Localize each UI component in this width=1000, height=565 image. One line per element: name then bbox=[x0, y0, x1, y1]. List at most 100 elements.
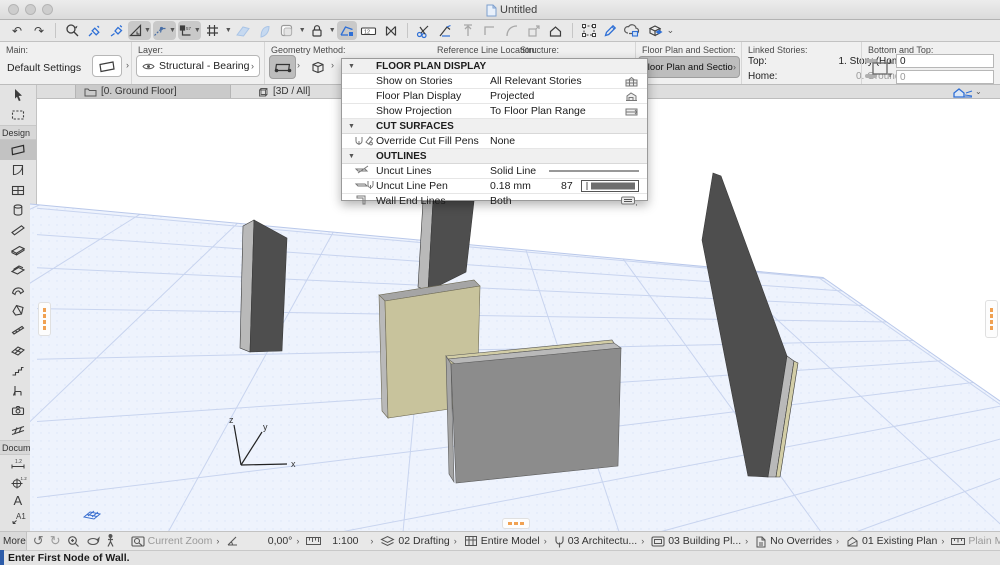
structure-display-label[interactable]: Entire Model bbox=[481, 535, 540, 547]
top-offset-input[interactable]: 0 bbox=[896, 54, 994, 68]
line-type-preview[interactable] bbox=[549, 169, 639, 173]
inject-parameters-icon[interactable] bbox=[106, 21, 126, 40]
chevron-icon[interactable]: › bbox=[216, 536, 219, 546]
chevron-icon[interactable]: › bbox=[941, 536, 944, 546]
tool-marquee[interactable] bbox=[0, 105, 36, 125]
tool-wall[interactable] bbox=[0, 140, 36, 160]
panel-row-override-cut-fill-pens[interactable]: Override Cut Fill Pens None bbox=[342, 134, 647, 149]
disclosure-triangle-icon[interactable]: ▼ bbox=[348, 123, 355, 130]
zoom-in-icon[interactable] bbox=[67, 535, 80, 548]
default-settings-label[interactable]: Default Settings bbox=[7, 62, 81, 74]
geometry-straight-button[interactable] bbox=[269, 55, 296, 79]
measure-icon[interactable]: 12 bbox=[359, 21, 379, 40]
minimize-window-button[interactable] bbox=[25, 4, 36, 15]
tool-window[interactable] bbox=[0, 180, 36, 200]
orbit-icon[interactable] bbox=[86, 535, 100, 548]
pen-set-icon[interactable] bbox=[554, 535, 565, 548]
split-icon[interactable] bbox=[436, 21, 456, 40]
3d-nav-chevron[interactable]: ⌄ bbox=[975, 88, 982, 96]
panel-row-uncut-lines[interactable]: Uncut Lines Solid Line bbox=[342, 164, 647, 179]
right-palette-handle[interactable] bbox=[985, 300, 998, 338]
tab-3d-all[interactable]: [3D / All] bbox=[250, 85, 338, 98]
toolbar-more-chevron[interactable]: ⌄ bbox=[667, 26, 675, 35]
find-select-icon[interactable] bbox=[62, 21, 82, 40]
chevron-icon[interactable]: › bbox=[370, 536, 373, 546]
disclosure-triangle-icon[interactable]: ▼ bbox=[348, 153, 355, 160]
layer-combination-icon[interactable] bbox=[380, 535, 395, 547]
section-more[interactable]: More bbox=[0, 532, 27, 550]
chevron-icon[interactable]: › bbox=[836, 536, 839, 546]
bottom-palette-handle[interactable] bbox=[502, 518, 530, 529]
trim-icon[interactable] bbox=[414, 21, 434, 40]
tool-door[interactable] bbox=[0, 160, 36, 180]
layer-combination-label[interactable]: 02 Drafting bbox=[398, 535, 449, 547]
graphic-overrides-label[interactable]: No Overrides bbox=[770, 535, 832, 547]
panel-row-show-on-stories[interactable]: Show on Stories All Relevant Stories bbox=[342, 74, 647, 89]
scale-label[interactable]: 1:100 bbox=[324, 535, 366, 547]
left-palette-handle[interactable] bbox=[38, 302, 51, 336]
lock-elements-icon[interactable] bbox=[307, 21, 327, 40]
section-design[interactable]: Design bbox=[0, 125, 36, 140]
main-chevron[interactable]: › bbox=[126, 60, 129, 70]
stories-icon[interactable] bbox=[624, 76, 639, 87]
model-view-options-icon[interactable] bbox=[651, 536, 665, 547]
current-zoom-icon[interactable] bbox=[131, 535, 145, 548]
grid-snap-icon[interactable] bbox=[203, 21, 223, 40]
walk-icon[interactable] bbox=[106, 534, 115, 548]
geometry-straight-chevron[interactable]: › bbox=[297, 60, 300, 70]
panel-row-show-projection[interactable]: Show Projection To Floor Plan Range bbox=[342, 104, 647, 119]
chevron-icon[interactable]: › bbox=[745, 536, 748, 546]
projection-icon[interactable] bbox=[624, 91, 639, 102]
3d-nav-control[interactable]: ⌄ bbox=[952, 86, 982, 98]
panel-row-uncut-line-pen[interactable]: Uncut Line Pen 0.18 mm 87 bbox=[342, 179, 647, 194]
panel-header-floor-plan-display[interactable]: ▼ FLOOR PLAN DISPLAY bbox=[342, 59, 647, 74]
wall-tool-default-button[interactable] bbox=[92, 55, 122, 77]
suspend-groups-toggle[interactable] bbox=[337, 21, 357, 40]
scale-icon[interactable] bbox=[306, 536, 321, 546]
tab-ground-floor[interactable]: [0. Ground Floor] bbox=[75, 85, 231, 98]
redo-icon[interactable]: ↷ bbox=[29, 21, 49, 40]
panel-header-cut-surfaces[interactable]: ▼ CUT SURFACES bbox=[342, 119, 647, 134]
floorplan-section-button[interactable]: Floor Plan and Section... › bbox=[638, 56, 740, 78]
current-zoom-label[interactable]: Current Zoom bbox=[148, 535, 213, 547]
trace-reference-chevron[interactable]: ▼ bbox=[299, 27, 306, 34]
explode-icon[interactable] bbox=[381, 21, 401, 40]
pen-set-label[interactable]: 03 Architectu... bbox=[568, 535, 637, 547]
projection-range-icon[interactable] bbox=[624, 106, 639, 117]
teamwork-cloud-icon[interactable] bbox=[623, 21, 643, 40]
close-window-button[interactable] bbox=[8, 4, 19, 15]
wall-3d-center[interactable] bbox=[446, 340, 621, 483]
orientation-label[interactable]: 0,00° bbox=[242, 535, 292, 547]
bottom-offset-input[interactable]: 0 bbox=[896, 70, 994, 84]
chevron-icon[interactable]: › bbox=[544, 536, 547, 546]
geometry-curved-chevron[interactable]: › bbox=[331, 60, 334, 70]
chevron-icon[interactable]: › bbox=[641, 536, 644, 546]
edit-mode-icon[interactable] bbox=[601, 21, 621, 40]
undo-icon[interactable]: ↶ bbox=[7, 21, 27, 40]
pick-up-parameters-icon[interactable] bbox=[84, 21, 104, 40]
geometry-curved-button[interactable] bbox=[305, 55, 330, 79]
orientation-icon[interactable] bbox=[226, 535, 239, 547]
end-lines-option-icon[interactable]: , bbox=[621, 196, 639, 206]
trace-reference-icon[interactable] bbox=[277, 21, 297, 40]
pen-color-swatch[interactable] bbox=[581, 180, 639, 192]
chevron-icon[interactable]: › bbox=[454, 536, 457, 546]
zoom-window-button[interactable] bbox=[42, 4, 53, 15]
snap-guides-toggle[interactable]: ▼ bbox=[153, 21, 176, 40]
graphic-overrides-icon[interactable] bbox=[755, 535, 767, 548]
layer-combo[interactable]: Structural - Bearing › bbox=[136, 55, 260, 77]
dimension-standard-label[interactable]: Plain Meter bbox=[968, 535, 1000, 547]
morph-display-icon[interactable] bbox=[645, 21, 665, 40]
snap-points-toggle[interactable]: 57▼ bbox=[178, 21, 201, 40]
renovation-filter-label[interactable]: 01 Existing Plan bbox=[862, 535, 937, 547]
panel-row-wall-end-lines[interactable]: Wall End Lines Both , bbox=[342, 194, 647, 208]
home-story-icon[interactable] bbox=[546, 21, 566, 40]
tool-arrow[interactable] bbox=[0, 85, 36, 105]
chevron-icon[interactable]: › bbox=[296, 536, 299, 546]
renovation-filter-icon[interactable] bbox=[846, 535, 859, 548]
guide-lines-toggle[interactable]: ▼ bbox=[128, 21, 151, 40]
disclosure-triangle-icon[interactable]: ▼ bbox=[348, 63, 355, 70]
wall-3d-left[interactable] bbox=[240, 220, 287, 352]
lock-elements-chevron[interactable]: ▼ bbox=[329, 27, 336, 34]
model-view-options-label[interactable]: 03 Building Pl... bbox=[668, 535, 741, 547]
